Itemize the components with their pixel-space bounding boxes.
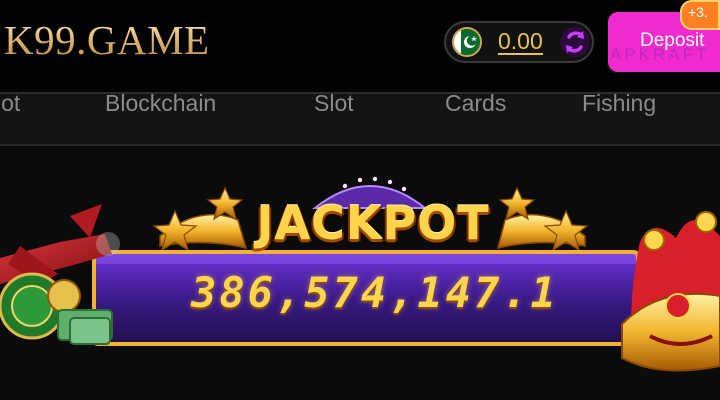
balance-amount: 0.00 <box>498 28 543 55</box>
nav-item-fishing[interactable]: Fishing <box>582 90 656 117</box>
top-header: K99.GAME 0.00 Deposit +3. APKRAFT <box>0 0 720 92</box>
site-logo[interactable]: K99.GAME <box>4 16 210 64</box>
nav-item-blockchain[interactable]: Blockchain <box>105 90 216 117</box>
nav-item-cards[interactable]: Cards <box>445 90 506 117</box>
deposit-bonus-badge: +3. <box>680 0 720 30</box>
jackpot-title: JACKPOT <box>256 196 490 250</box>
refresh-icon[interactable] <box>560 27 590 57</box>
wallet-balance-pill[interactable]: 0.00 <box>444 21 594 63</box>
jackpot-banner[interactable]: JACKPOT 386,574,147.1 <box>0 146 720 400</box>
category-nav: lot Blockchain Slot Cards Fishing <box>0 90 720 146</box>
pakistan-flag-icon <box>452 27 482 57</box>
watermark-text: APKRAFT <box>610 45 710 64</box>
nav-item-lot[interactable]: lot <box>0 90 20 117</box>
bonus-badge-text: +3. <box>688 4 708 20</box>
nav-item-slot[interactable]: Slot <box>314 90 354 117</box>
jackpot-amount: 386,574,147.1 <box>191 268 559 317</box>
